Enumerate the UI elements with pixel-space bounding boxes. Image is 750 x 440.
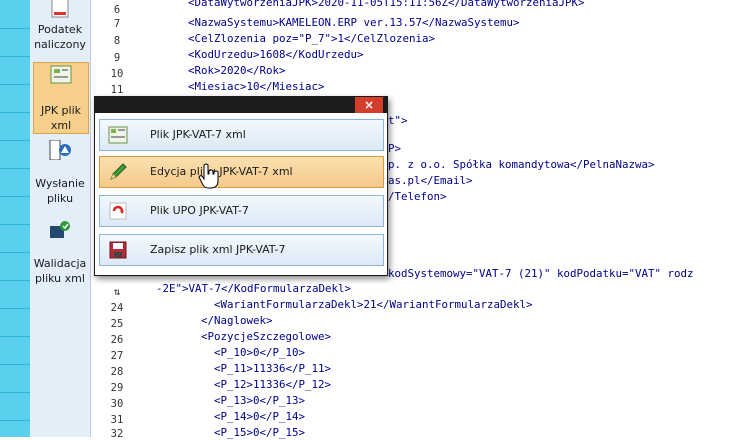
line-number: 27 [110,350,124,362]
strip-divider [0,280,30,281]
code-line: <CelZlozenia poz="P_7">1</CelZlozenia> [188,32,436,45]
strip-divider [0,112,30,113]
menu-item-label: Zapisz plik xml JPK-VAT-7 [150,243,286,256]
menu-item-label: Plik UPO JPK-VAT-7 [150,204,249,217]
code-line: <P_13>0</P_13> [188,394,306,407]
code-line: <DataWytworzeniaJPK>2020-11-05T15:11:56Z… [188,0,585,9]
strip-divider [0,252,30,253]
close-button[interactable]: × [355,97,383,113]
toolbar-item-podatek-naliczony[interactable]: Podatek naliczony [33,0,87,58]
code-line: <NazwaSystemu>KAMELEON.ERP ver.13.57</Na… [188,16,520,29]
strip-divider [0,56,30,57]
line-number: 11 [110,84,124,96]
upo-file-icon [109,202,127,220]
menu-item-edycja-pliku[interactable]: Edycja pliku JPK-VAT-7 xml [99,156,384,188]
toolbar-panel: Podatek naliczony JPK plik xml Wysłanie … [30,0,91,437]
line-number: 9 [113,52,121,64]
toolbar-item-label: Walidacja pliku xml [33,257,87,285]
line-number: 31 [110,414,124,426]
line-number: 24 [110,302,124,314]
menu-item-zapisz-plik[interactable]: Zapisz plik xml JPK-VAT-7 [99,234,384,266]
strip-divider [0,392,30,393]
code-line: <Miesiac>10</Miesiac> [188,80,325,93]
code-line: </Naglowek> [188,314,273,327]
code-line: <Rok>2020</Rok> [188,64,286,77]
pencil-edit-icon [110,163,127,180]
document-icon [51,0,69,18]
line-number: 8 [113,35,121,47]
line-number: 32 [110,428,124,440]
hand-cursor-icon [198,163,219,189]
line-number: 28 [110,366,124,378]
save-disk-icon [109,241,127,259]
strip-divider [0,196,30,197]
line-number: 30 [110,398,124,410]
code-line: p. z o.o. Spółka komandytowa</PelnaNazwa… [388,158,655,171]
menu-item-plik-upo[interactable]: Plik UPO JPK-VAT-7 [99,195,384,227]
send-file-icon [49,139,71,161]
strip-divider [0,364,30,365]
code-line: as.pl</Email> [388,174,473,187]
toolbar-item-walidacja[interactable]: Walidacja pliku xml [33,218,87,288]
database-check-icon [50,221,70,238]
code-line: -2E">VAT-7</KodFormularzaDekl> [156,282,352,295]
toolbar-item-label: Wysłanie pliku [35,177,85,205]
code-line: <PozycjeSzczegolowe> [188,330,332,343]
menu-item-label: Edycja pliku JPK-VAT-7 xml [150,165,293,178]
strip-divider [0,140,30,141]
menu-item-plik-jpk[interactable]: Plik JPK-VAT-7 xml [99,119,384,151]
line-number: 7 [113,18,121,30]
left-accent-strip [0,0,30,437]
jpk-popup-menu: × Plik JPK-VAT-7 xml Edycja pliku JPK-VA… [94,96,388,276]
code-line: <KodUrzedu>1608</KodUrzedu> [188,48,364,61]
code-line: /Telefon> [388,190,447,203]
toolbar-item-label: JPK plik xml [40,104,82,132]
strip-divider [0,224,30,225]
code-line: kodSystemowy="VAT-7 (21)" kodPodatku="VA… [388,267,694,280]
code-line: t"> [388,114,408,127]
code-line: <P_14>0</P_14> [188,410,306,423]
xml-file-icon [108,126,128,144]
menu-item-label: Plik JPK-VAT-7 xml [150,128,246,141]
line-number: 29 [110,382,124,394]
code-line: <P_15>0</P_15> [188,426,306,439]
strip-divider [0,28,30,29]
code-line: <WariantFormularzaDekl>21</WariantFormul… [188,298,533,311]
line-number: 6 [113,4,121,16]
code-line: <P_11>11336</P_11> [188,362,332,375]
line-number: 25 [110,318,124,330]
toolbar-item-label: Podatek naliczony [34,23,86,51]
line-number: 10 [110,68,124,80]
fold-marker[interactable]: ⇅ [92,286,142,298]
strip-divider [0,336,30,337]
xml-file-icon [50,65,72,84]
code-line: <P_10>0</P_10> [188,346,306,359]
code-line: <P_12>11336</P_12> [188,378,332,391]
strip-divider [0,84,30,85]
toolbar-item-jpk-plik-xml[interactable]: JPK plik xml [33,62,89,134]
code-line: P> [388,142,402,155]
popup-title-bar[interactable] [95,97,387,113]
strip-divider [0,420,30,421]
strip-divider [0,308,30,309]
toolbar-item-wyslanie-pliku[interactable]: Wysłanie pliku [33,138,87,212]
strip-divider [0,168,30,169]
line-number: 26 [110,334,124,346]
